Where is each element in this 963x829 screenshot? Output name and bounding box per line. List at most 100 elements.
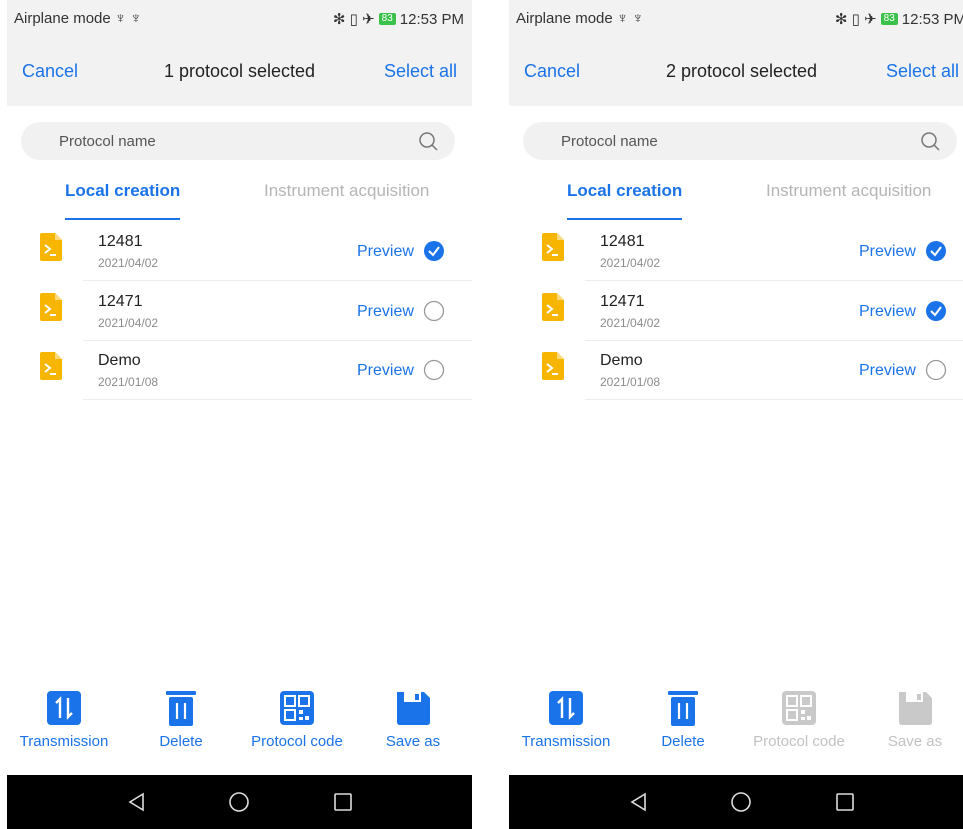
status-right: ✻ ▯ ✈ 83 12:53 PM: [834, 10, 963, 29]
divider: [83, 399, 472, 400]
preview-link[interactable]: Preview: [357, 362, 414, 380]
home-icon[interactable]: [730, 791, 752, 813]
tab-instrument-acquisition[interactable]: Instrument acquisition: [264, 181, 429, 201]
back-icon[interactable]: [126, 791, 148, 813]
status-icons: ✻ ▯ ✈: [834, 11, 877, 28]
status-time: 12:53 PM: [901, 10, 963, 28]
protocol-name: 12471: [600, 293, 645, 310]
transmission-button[interactable]: Transmission: [509, 688, 626, 750]
battery-icon: 83: [378, 13, 396, 25]
battery-icon: 83: [880, 13, 898, 25]
protocol-name: 12471: [98, 293, 143, 310]
qr-code-icon: [782, 691, 816, 725]
save-as-label: Save as: [385, 733, 441, 750]
back-icon[interactable]: [628, 791, 650, 813]
tab-local-creation[interactable]: Local creation: [567, 181, 682, 201]
qr-code-icon: [280, 691, 314, 725]
top-bar: Airplane mode ♆ ♆ ✻ ▯ ✈ 83 12:53 PM Canc…: [7, 0, 472, 106]
select-all-button[interactable]: Select all: [886, 61, 959, 82]
transmission-icon: [47, 691, 81, 725]
checkbox-unchecked-icon[interactable]: [423, 300, 445, 322]
protocol-code-label: Protocol code: [753, 733, 845, 750]
list-item[interactable]: 12471 2021/04/02 Preview: [509, 281, 963, 341]
protocol-date: 2021/01/08: [98, 375, 159, 389]
file-icon: [40, 293, 62, 321]
cancel-button[interactable]: Cancel: [22, 61, 78, 82]
status-left: Airplane mode ♆ ♆: [516, 10, 644, 27]
search-input[interactable]: Protocol name: [523, 122, 957, 160]
list-item[interactable]: 12471 2021/04/02 Preview: [7, 281, 472, 341]
list-item[interactable]: 12481 2021/04/02 Preview: [7, 221, 472, 281]
tab-local-creation[interactable]: Local creation: [65, 181, 180, 201]
protocol-date: 2021/04/02: [600, 256, 661, 270]
list-item[interactable]: 12481 2021/04/02 Preview: [509, 221, 963, 281]
list-item[interactable]: Demo 2021/01/08 Preview: [7, 340, 472, 400]
protocol-name: 12481: [600, 233, 645, 250]
search-icon[interactable]: [919, 130, 941, 152]
file-icon: [542, 233, 564, 261]
phone-screen-right: Airplane mode ♆ ♆ ✻ ▯ ✈ 83 12:53 PM Canc…: [509, 0, 963, 829]
save-as-button[interactable]: Save as: [855, 688, 963, 750]
preview-link[interactable]: Preview: [357, 303, 414, 321]
checkbox-checked-icon[interactable]: [925, 240, 947, 262]
search-input[interactable]: Protocol name: [21, 122, 455, 160]
transmission-button[interactable]: Transmission: [7, 688, 124, 750]
bottom-toolbar: Transmission Delete Protocol code Save a…: [7, 688, 472, 768]
cancel-button[interactable]: Cancel: [524, 61, 580, 82]
phone-screen-left: Airplane mode ♆ ♆ ✻ ▯ ✈ 83 12:53 PM Canc…: [7, 0, 472, 829]
protocol-date: 2021/04/02: [98, 316, 159, 330]
preview-link[interactable]: Preview: [859, 303, 916, 321]
file-icon: [542, 293, 564, 321]
transmission-icon: [549, 691, 583, 725]
status-left: Airplane mode ♆ ♆: [14, 10, 142, 27]
preview-link[interactable]: Preview: [859, 243, 916, 261]
active-tab-indicator: [65, 218, 180, 220]
delete-label: Delete: [661, 733, 705, 750]
recents-icon[interactable]: [332, 791, 354, 813]
preview-link[interactable]: Preview: [357, 243, 414, 261]
status-icons: ✻ ▯ ✈: [332, 11, 375, 28]
divider: [585, 399, 963, 400]
active-tab-indicator: [567, 218, 682, 220]
save-icon: [397, 692, 430, 725]
file-icon: [40, 352, 62, 380]
preview-link[interactable]: Preview: [859, 362, 916, 380]
protocol-name: 12481: [98, 233, 143, 250]
save-as-label: Save as: [887, 733, 943, 750]
checkbox-unchecked-icon[interactable]: [423, 359, 445, 381]
file-icon: [542, 352, 564, 380]
save-as-button[interactable]: Save as: [353, 688, 472, 750]
system-nav-bar: [509, 775, 963, 829]
search-placeholder: Protocol name: [561, 133, 658, 150]
trash-icon: [166, 691, 196, 726]
protocol-code-button[interactable]: Protocol code: [237, 688, 357, 750]
protocol-date: 2021/04/02: [600, 316, 661, 330]
checkbox-unchecked-icon[interactable]: [925, 359, 947, 381]
tab-instrument-acquisition[interactable]: Instrument acquisition: [766, 181, 931, 201]
home-icon[interactable]: [228, 791, 250, 813]
protocol-date: 2021/01/08: [600, 375, 661, 389]
protocol-name: Demo: [600, 352, 643, 369]
list-item[interactable]: Demo 2021/01/08 Preview: [509, 340, 963, 400]
protocol-code-label: Protocol code: [251, 733, 343, 750]
delete-button[interactable]: Delete: [121, 688, 241, 750]
transmission-label: Transmission: [521, 733, 611, 750]
file-icon: [40, 233, 62, 261]
trash-icon: [668, 691, 698, 726]
system-nav-bar: [7, 775, 472, 829]
protocol-code-button[interactable]: Protocol code: [739, 688, 859, 750]
protocol-date: 2021/04/02: [98, 256, 159, 270]
save-icon: [899, 692, 932, 725]
transmission-label: Transmission: [19, 733, 109, 750]
search-icon[interactable]: [417, 130, 439, 152]
recents-icon[interactable]: [834, 791, 856, 813]
delete-button[interactable]: Delete: [623, 688, 743, 750]
checkbox-checked-icon[interactable]: [423, 240, 445, 262]
protocol-name: Demo: [98, 352, 141, 369]
status-right: ✻ ▯ ✈ 83 12:53 PM: [332, 10, 464, 29]
status-time: 12:53 PM: [399, 10, 464, 28]
top-bar: Airplane mode ♆ ♆ ✻ ▯ ✈ 83 12:53 PM Canc…: [509, 0, 963, 106]
select-all-button[interactable]: Select all: [384, 61, 457, 82]
checkbox-checked-icon[interactable]: [925, 300, 947, 322]
bottom-toolbar: Transmission Delete Protocol code Save a…: [509, 688, 963, 768]
